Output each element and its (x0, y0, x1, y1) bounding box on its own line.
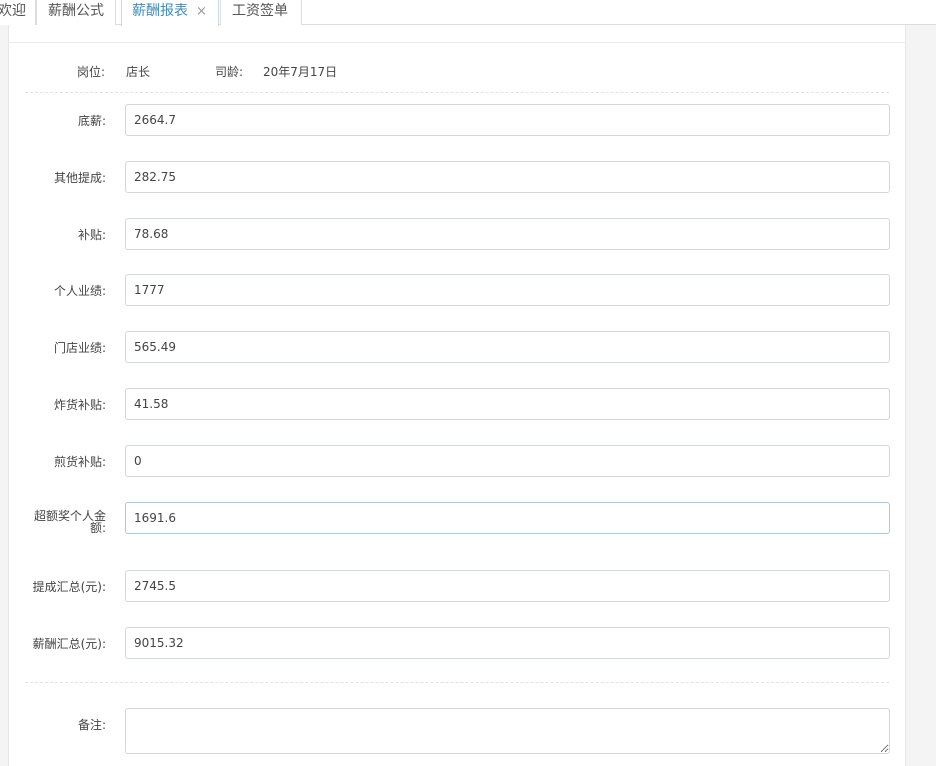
other-commission-label: 其他提成: (53, 171, 106, 185)
tab-welcome[interactable]: 欢迎 (0, 0, 36, 25)
personal-performance-field[interactable] (125, 274, 890, 306)
personal-performance-label: 个人业绩: (53, 284, 106, 298)
commission-total-field[interactable] (125, 570, 890, 602)
tab-label: 薪酬公式 (48, 3, 104, 19)
store-performance-field[interactable] (125, 331, 890, 363)
seniority-value: 20年7月17日 (263, 65, 338, 79)
excess-bonus-field[interactable] (125, 502, 890, 534)
other-commission-field[interactable] (125, 161, 890, 193)
allowance-label: 补贴: (77, 228, 106, 242)
tab-salary-sign[interactable]: 工资签单 (220, 0, 302, 25)
tab-label: 欢迎 (0, 3, 26, 19)
position-value: 店长 (126, 65, 151, 79)
allowance-field[interactable] (125, 218, 890, 250)
pan-fried-allowance-field[interactable] (125, 445, 890, 477)
pan-fried-allowance-label: 煎货补贴: (53, 455, 106, 469)
tab-bar: 欢迎 薪酬公式 薪酬报表 × 工资签单 (0, 0, 936, 26)
tab-label: 工资签单 (232, 3, 288, 19)
fried-goods-allowance-field[interactable] (125, 388, 890, 420)
commission-total-label: 提成汇总(元): (32, 580, 106, 594)
base-salary-field[interactable] (125, 104, 890, 136)
salary-total-label: 薪酬汇总(元): (32, 637, 106, 651)
close-icon[interactable]: × (196, 4, 207, 19)
seniority-label: 司龄: (215, 65, 244, 79)
section-divider (25, 92, 889, 93)
remark-textarea[interactable] (125, 708, 890, 754)
section-divider (25, 682, 889, 683)
tab-label: 薪酬报表 (132, 3, 188, 19)
store-performance-label: 门店业绩: (53, 341, 106, 355)
tab-salary-report[interactable]: 薪酬报表 × (121, 0, 219, 26)
excess-bonus-label: 超额奖个人金额: (33, 509, 106, 535)
remark-label: 备注: (77, 718, 106, 732)
base-salary-label: 底薪: (77, 114, 106, 128)
position-label: 岗位: (77, 65, 106, 79)
panel-header-divider (8, 42, 906, 43)
tab-salary-formula[interactable]: 薪酬公式 (36, 0, 116, 25)
salary-total-field[interactable] (125, 627, 890, 659)
fried-goods-allowance-label: 炸货补贴: (53, 398, 106, 412)
